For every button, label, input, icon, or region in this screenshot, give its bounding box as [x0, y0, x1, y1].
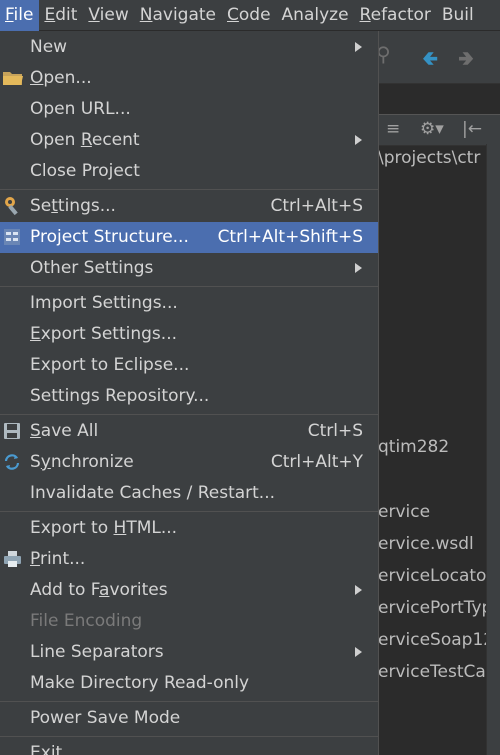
menu-separator: [0, 414, 378, 415]
sync-icon: [2, 452, 24, 472]
submenu-arrow-icon: [355, 647, 362, 657]
menu-item-settings-repository[interactable]: Settings Repository...: [0, 381, 378, 412]
menu-item-export-settings[interactable]: Export Settings...: [0, 319, 378, 350]
menu-item-export-to-eclipse[interactable]: Export to Eclipse...: [0, 350, 378, 381]
menu-item-label: Settings Repository...: [30, 386, 210, 406]
menu-item-label: Export to HTML...: [30, 518, 178, 538]
menu-item-label: Save All: [30, 421, 99, 441]
menu-item-open-url[interactable]: Open URL...: [0, 94, 378, 125]
menu-item-label: Other Settings: [30, 258, 154, 278]
menu-item-label: Invalidate Caches / Restart...: [30, 483, 276, 503]
project-tree-item[interactable]: ervicePortTyp: [378, 598, 486, 618]
save-icon: [2, 421, 24, 441]
menu-item-settings[interactable]: Settings... Ctrl+Alt+S: [0, 191, 378, 222]
file-menu: New Open... Open URL... Open Recent Close Pr…: [0, 31, 379, 755]
menu-item-exit[interactable]: Exit: [0, 738, 378, 755]
menu-item-other-settings[interactable]: Other Settings: [0, 253, 378, 284]
menu-item-label: Open URL...: [30, 99, 131, 119]
menubar-view[interactable]: View: [83, 0, 134, 31]
menu-item-label: Close Project: [30, 161, 140, 181]
forward-arrow-icon[interactable]: 🢂: [458, 44, 474, 78]
menu-separator: [0, 736, 378, 737]
menu-item-label: Open Recent: [30, 130, 140, 150]
menu-item-invalidate-caches-restart[interactable]: Invalidate Caches / Restart...: [0, 478, 378, 509]
menu-item-label: Print...: [30, 549, 86, 569]
menu-item-label: Project Structure...: [30, 227, 189, 247]
menu-item-save-all[interactable]: Save All Ctrl+S: [0, 416, 378, 447]
project-structure-icon: [2, 227, 24, 247]
menu-item-label: Settings...: [30, 196, 116, 216]
collapse-icon[interactable]: ≡: [386, 119, 400, 139]
menu-item-shortcut: Ctrl+Alt+Shift+S: [217, 227, 363, 247]
project-path: \projects\ctr: [378, 148, 481, 168]
menu-item-synchronize[interactable]: Synchronize Ctrl+Alt+Y: [0, 447, 378, 478]
menu-item-label: Synchronize: [30, 452, 134, 472]
menu-separator: [0, 701, 378, 702]
menu-item-label: Line Separators: [30, 642, 164, 662]
menu-item-shortcut: Ctrl+Alt+S: [270, 196, 363, 216]
submenu-arrow-icon: [355, 263, 362, 273]
menubar-edit[interactable]: Edit: [39, 0, 83, 31]
menu-item-import-settings[interactable]: Import Settings...: [0, 288, 378, 319]
menu-item-power-save-mode[interactable]: Power Save Mode: [0, 703, 378, 734]
back-arrow-icon[interactable]: 🢀: [422, 44, 438, 78]
menubar-refactor[interactable]: Refactor: [355, 0, 437, 31]
menu-item-shortcut: Ctrl+Alt+Y: [270, 452, 363, 472]
menu-item-label: Add to Favorites: [30, 580, 168, 600]
settings-wrench-icon: [2, 196, 24, 216]
menu-item-project-structure[interactable]: Project Structure... Ctrl+Alt+Shift+S: [0, 222, 378, 253]
menubar-navigate[interactable]: Navigate: [135, 0, 222, 31]
menu-separator: [0, 189, 378, 190]
menu-item-line-separators[interactable]: Line Separators: [0, 637, 378, 668]
menu-item-close-project[interactable]: Close Project: [0, 156, 378, 187]
menu-item-print[interactable]: Print...: [0, 544, 378, 575]
project-tree-item[interactable]: ervice: [378, 502, 486, 522]
menu-item-label: Export to Eclipse...: [30, 355, 190, 375]
menu-item-label: Power Save Mode: [30, 708, 181, 728]
menu-item-open[interactable]: Open...: [0, 63, 378, 94]
project-panel-toolbar: ≡ ⚙▾ |←: [378, 114, 500, 146]
folder-icon: [2, 68, 24, 88]
submenu-arrow-icon: [355, 585, 362, 595]
scrollbar[interactable]: [486, 144, 500, 755]
menubar-buil[interactable]: Buil: [437, 0, 480, 31]
gear-icon[interactable]: ⚙▾: [420, 119, 444, 139]
hide-panel-icon[interactable]: |←: [462, 119, 482, 139]
menu-item-label: Exit: [30, 743, 63, 755]
menu-item-label: Make Directory Read-only: [30, 673, 250, 693]
menu-item-add-to-favorites[interactable]: Add to Favorites: [0, 575, 378, 606]
project-tree-item[interactable]: ervice.wsdl: [378, 534, 486, 554]
menu-item-file-encoding: File Encoding: [0, 606, 378, 637]
menubar-analyze[interactable]: Analyze: [277, 0, 355, 31]
menu-item-label: File Encoding: [30, 611, 143, 631]
project-tree-item[interactable]: qtim282: [378, 437, 486, 457]
menubar-file[interactable]: File: [0, 0, 40, 31]
menu-item-label: Import Settings...: [30, 293, 178, 313]
menu-item-open-recent[interactable]: Open Recent: [0, 125, 378, 156]
menu-item-new[interactable]: New: [0, 32, 378, 63]
submenu-arrow-icon: [355, 135, 362, 145]
menu-item-shortcut: Ctrl+S: [307, 421, 363, 441]
toolbar: ⚲ 🢀 🢂: [376, 31, 500, 84]
project-tree-item[interactable]: erviceTestCas: [378, 662, 486, 682]
project-tree-item[interactable]: erviceLocator: [378, 566, 486, 586]
menu-bar: File Edit View Navigate Code Analyze Refactor B…: [0, 0, 500, 31]
menu-item-make-directory-read-only[interactable]: Make Directory Read-only: [0, 668, 378, 699]
project-tree-item[interactable]: erviceSoap12: [378, 630, 486, 650]
menu-item-export-to-html[interactable]: Export to HTML...: [0, 513, 378, 544]
menu-item-label: New: [30, 37, 68, 57]
menu-separator: [0, 511, 378, 512]
printer-icon: [2, 549, 24, 569]
menu-separator: [0, 286, 378, 287]
menu-item-label: Export Settings...: [30, 324, 177, 344]
submenu-arrow-icon: [355, 42, 362, 52]
menubar-code[interactable]: Code: [222, 0, 277, 31]
menu-item-label: Open...: [30, 68, 92, 88]
